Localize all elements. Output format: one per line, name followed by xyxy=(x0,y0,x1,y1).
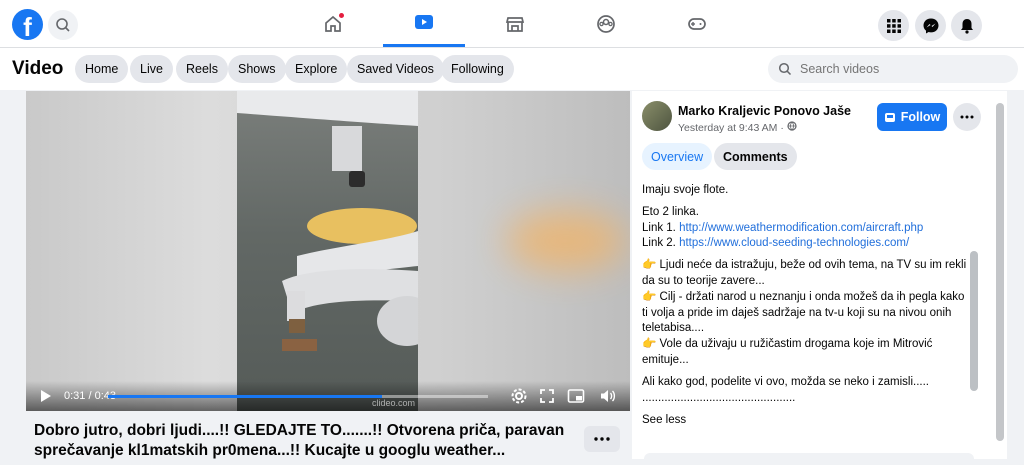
tab-comments[interactable]: Comments xyxy=(714,143,797,170)
author-avatar[interactable] xyxy=(642,101,672,131)
desc-bullet: 👉 Cilj - držati narod u neznanju i onda … xyxy=(642,290,965,335)
follow-page-icon xyxy=(884,113,895,122)
desc-line: Imaju svoje flote. xyxy=(642,184,729,196)
video-watermark: clideo.com xyxy=(371,398,415,408)
comment-input-area[interactable] xyxy=(644,453,974,465)
menu-grid-icon xyxy=(886,18,901,33)
nav-tab-gaming[interactable] xyxy=(656,0,738,47)
video-frame-image xyxy=(237,91,418,351)
desc-dots: ........................................… xyxy=(642,406,970,411)
search-button[interactable] xyxy=(48,10,78,40)
video-progress-bar[interactable] xyxy=(108,395,488,398)
notifications-button[interactable] xyxy=(951,10,982,41)
nav-tab-marketplace[interactable] xyxy=(474,0,556,47)
pill-following[interactable]: Following xyxy=(441,55,514,83)
author-name[interactable]: Marko Kraljevic Ponovo Jaše xyxy=(678,104,851,118)
miniplayer-icon[interactable] xyxy=(567,388,585,404)
post-description: Imaju svoje flote. Eto 2 linka. Link 1. … xyxy=(642,183,970,411)
messenger-icon xyxy=(923,18,938,33)
tab-overview[interactable]: Overview xyxy=(642,143,713,170)
search-icon xyxy=(56,18,70,32)
video-player[interactable]: 0:31 / 0:43 clideo.com xyxy=(26,91,630,411)
see-less-link[interactable]: See less xyxy=(642,414,686,426)
more-options-icon xyxy=(594,437,610,441)
menu-button[interactable] xyxy=(878,10,909,41)
pill-live[interactable]: Live xyxy=(130,55,173,83)
video-navigation-bar: Video Home Live Reels Shows Explore Save… xyxy=(0,48,1024,90)
search-icon xyxy=(778,62,792,76)
page-title: Video xyxy=(12,58,64,79)
background-blur xyxy=(506,211,626,271)
pill-saved-videos[interactable]: Saved Videos xyxy=(347,55,444,83)
video-info-panel: Marko Kraljevic Ponovo Jaše Yesterday at… xyxy=(632,91,1007,465)
description-scroll-thumb[interactable] xyxy=(970,251,978,391)
bell-icon xyxy=(960,18,973,34)
nav-tab-home[interactable] xyxy=(292,0,374,47)
settings-icon[interactable] xyxy=(510,387,528,405)
video-icon xyxy=(415,15,433,29)
desc-bullet: 👉 Ljudi neće da istražuju, beže od ovih … xyxy=(642,259,967,287)
link-prefix: Link 2. xyxy=(642,237,676,250)
play-icon[interactable] xyxy=(34,385,56,407)
desc-link-row: Link 1. http://www.weathermodification.c… xyxy=(642,221,970,237)
video-search xyxy=(768,55,1018,83)
desc-link-row: Link 2. https://www.cloud-seeding-techno… xyxy=(642,236,970,252)
link-prefix: Link 1. xyxy=(642,221,676,234)
follow-label: Follow xyxy=(900,110,941,124)
pill-explore[interactable]: Explore xyxy=(285,55,348,83)
post-meta: Yesterday at 9:43 AM · xyxy=(678,121,797,134)
pill-shows[interactable]: Shows xyxy=(228,55,286,83)
fullscreen-expand-icon[interactable] xyxy=(539,388,555,404)
desc-dots: ........................................… xyxy=(642,391,796,404)
top-navigation-bar: f xyxy=(0,0,1024,48)
pill-home[interactable]: Home xyxy=(75,55,129,83)
panel-scroll-thumb[interactable] xyxy=(996,103,1004,441)
globe-icon xyxy=(787,121,797,131)
groups-icon xyxy=(597,14,615,33)
nav-tab-video[interactable] xyxy=(383,0,465,47)
search-videos-input[interactable] xyxy=(800,62,1000,76)
desc-line: Eto 2 linka. xyxy=(642,205,699,218)
video-progress-fill xyxy=(108,395,382,398)
video-title: Dobro jutro, dobri ljudi....!! GLEDAJTE … xyxy=(34,422,565,459)
volume-icon[interactable] xyxy=(599,388,617,404)
notification-dot xyxy=(338,12,345,19)
video-frame xyxy=(237,91,418,411)
nav-tab-groups[interactable] xyxy=(565,0,647,47)
follow-button[interactable]: Follow xyxy=(877,103,947,131)
link-weathermodification[interactable]: http://www.weathermodification.com/aircr… xyxy=(679,222,923,234)
description-scrollbar[interactable] xyxy=(968,181,980,413)
gaming-icon xyxy=(688,17,706,30)
more-options-icon xyxy=(960,115,974,119)
post-more-button[interactable] xyxy=(953,103,981,131)
facebook-logo[interactable]: f xyxy=(12,9,43,40)
desc-bullet: 👉 Vole da uživaju u ružičastim drogama k… xyxy=(642,338,933,366)
link-cloud-seeding[interactable]: https://www.cloud-seeding-technologies.c… xyxy=(679,237,909,249)
video-controls: 0:31 / 0:43 clideo.com xyxy=(26,381,630,411)
marketplace-icon xyxy=(505,16,525,32)
messenger-button[interactable] xyxy=(915,10,946,41)
panel-scrollbar[interactable] xyxy=(994,91,1006,459)
pill-reels[interactable]: Reels xyxy=(176,55,228,83)
desc-line: Ali kako god, podelite vi ovo, možda se … xyxy=(642,375,930,388)
post-timestamp[interactable]: Yesterday at 9:43 AM · xyxy=(678,122,784,134)
video-more-button[interactable] xyxy=(584,426,620,452)
